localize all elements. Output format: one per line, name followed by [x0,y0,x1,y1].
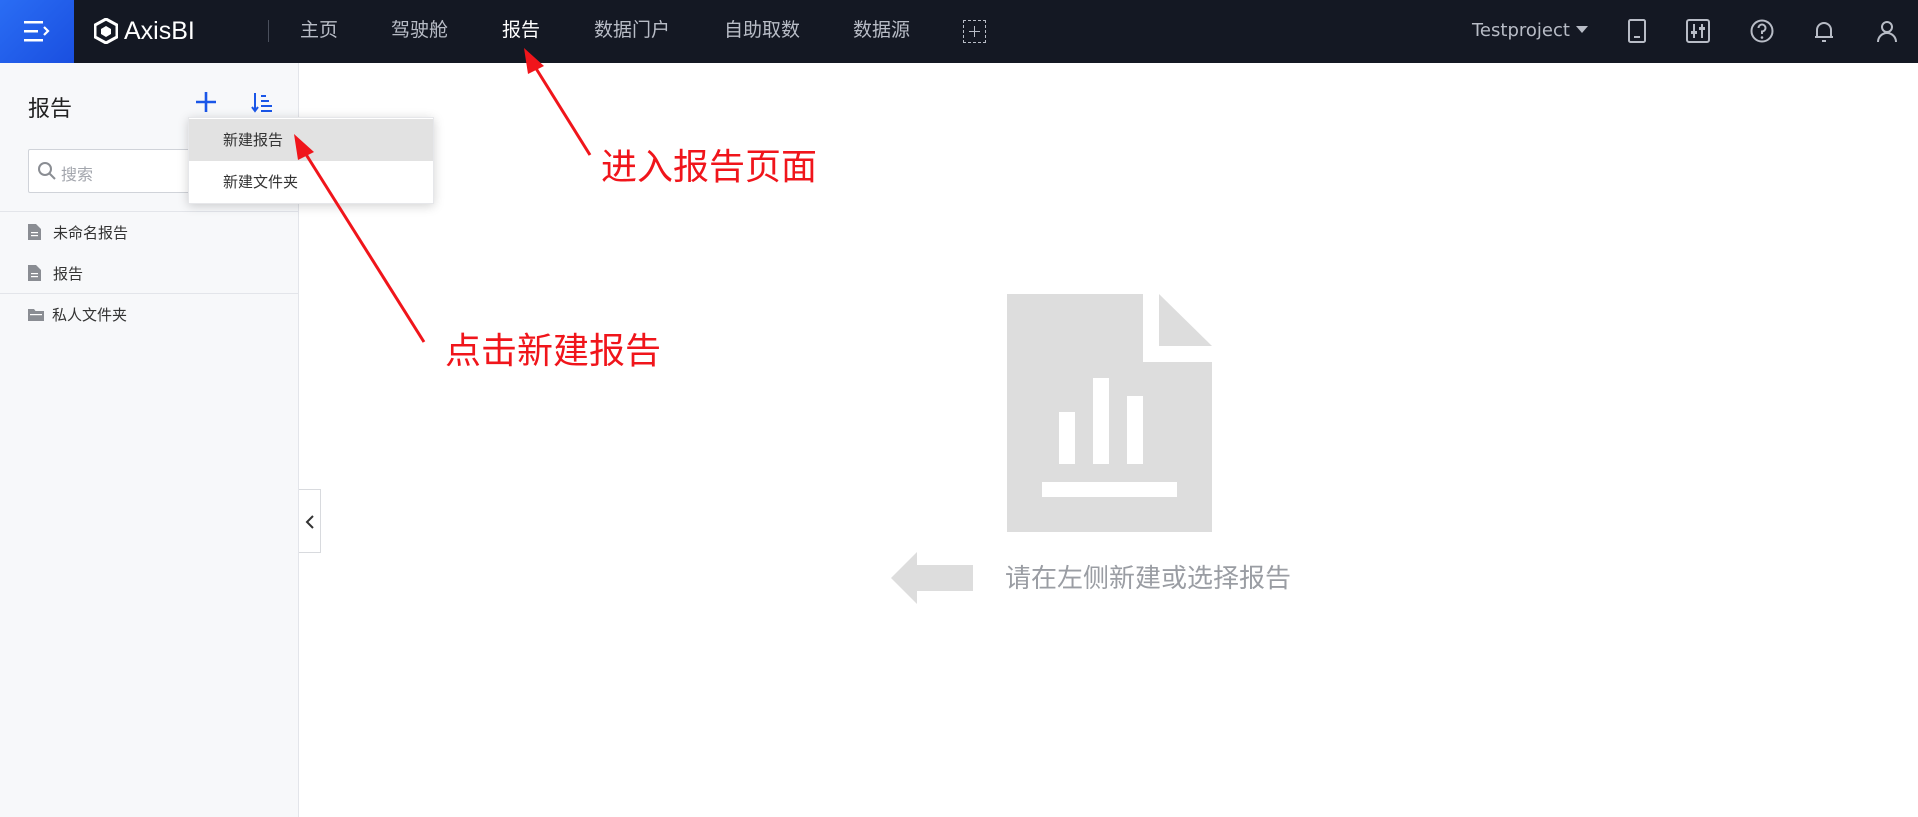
annotation-arrows [294,48,592,343]
annotation-enter-report-page: 进入报告页面 [601,147,818,188]
annotation-click-new-report: 点击新建报告 [445,331,662,372]
